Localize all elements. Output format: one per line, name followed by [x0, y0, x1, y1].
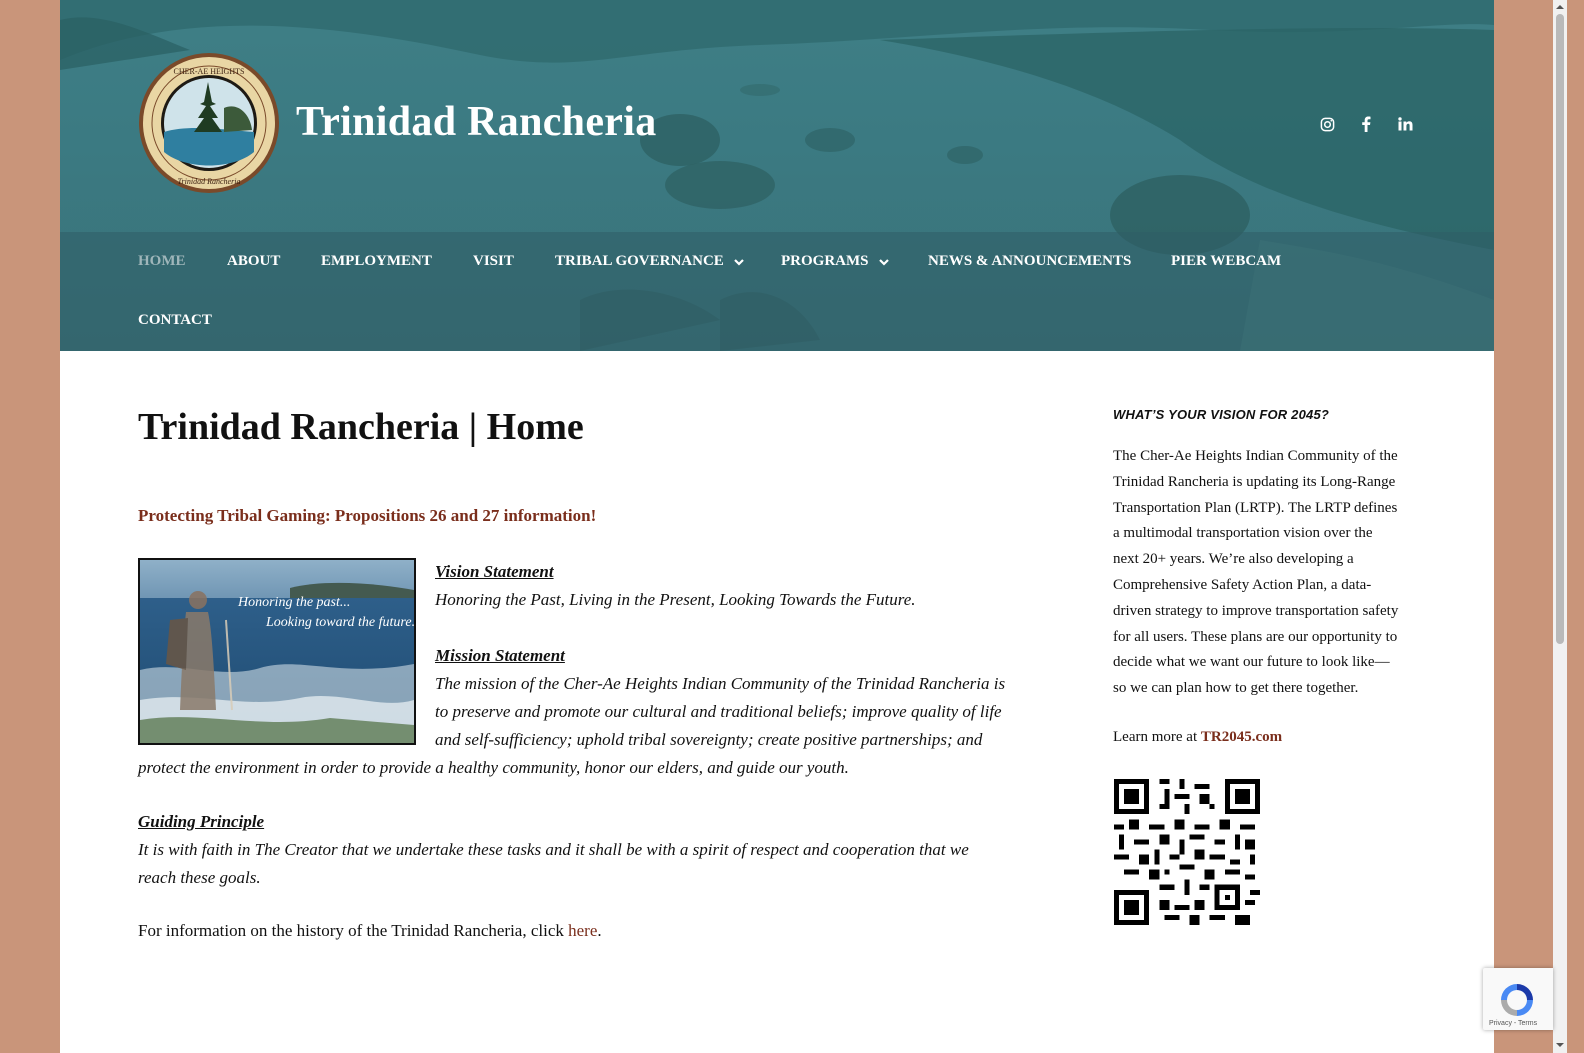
recaptcha-logo-icon [1501, 984, 1533, 1016]
sidebar-body-line: Transportation Plan (LRTP). The LRTP def… [1113, 499, 1398, 516]
sidebar-body-line: Comprehensive Safety Action Plan, a data… [1113, 576, 1372, 593]
nav-item-label: Programs [781, 253, 869, 269]
sidebar-body-line: The Cher-Ae Heights Indian Community of … [1113, 448, 1398, 464]
recaptcha-badge[interactable]: Privacy - Terms [1483, 968, 1553, 1030]
history-info-label: For information on the history of the Tr… [138, 921, 569, 940]
site-title[interactable]: Trinidad Rancheria [296, 98, 657, 146]
sidebar-body-line: driven strategy to improve transportatio… [1113, 602, 1399, 619]
mission-statement-heading: Mission Statement [435, 646, 565, 665]
sidebar-body-line: next 20+ years. We’re also developing a [1113, 551, 1354, 568]
elder-by-ocean-photo: Honoring the past... Looking toward the … [140, 560, 414, 743]
guiding-principle-heading: Guiding Principle [138, 812, 265, 831]
scroll-down-arrow-icon[interactable] [1555, 1040, 1565, 1050]
nav-item-programs[interactable]: Programs [781, 253, 890, 270]
nav-item-label: Tribal Governance [555, 253, 724, 269]
svg-text:Trinidad Rancheria: Trinidad Rancheria [178, 177, 241, 186]
chevron-down-icon [878, 258, 889, 266]
nav-item-news-announcements[interactable]: News & Announcements [928, 253, 1131, 270]
qr-code-image[interactable] [1114, 779, 1260, 925]
sidebar-body-line: a multimodal transportation vision over … [1113, 525, 1373, 542]
nav-item-employment[interactable]: Employment [321, 253, 432, 270]
sidebar-learn-more: Learn more at TR2045.com [1113, 729, 1282, 746]
mission-statement-line: protect the environment in order to prov… [138, 758, 849, 777]
instagram-icon[interactable] [1316, 114, 1338, 134]
nav-item-about[interactable]: About [227, 253, 280, 270]
vision-statement-text: Honoring the Past, Living in the Present… [435, 590, 916, 609]
nav-item-tribal-governance[interactable]: Tribal Governance [555, 253, 745, 270]
tribal-seal-logo[interactable]: CHER-AE HEIGHTS Trinidad Rancheria [138, 52, 280, 194]
vertical-scrollbar[interactable] [1553, 0, 1567, 1053]
learn-more-label: Learn more at [1113, 729, 1201, 745]
propositions-info-link[interactable]: Protecting Tribal Gaming: Propositions 2… [138, 506, 596, 526]
scroll-up-arrow-icon[interactable] [1555, 2, 1565, 12]
recaptcha-privacy-terms[interactable]: Privacy - Terms [1489, 1020, 1537, 1027]
image-caption-line-2: Looking toward the future. [265, 615, 414, 630]
mission-statement-line: The mission of the Cher-Ae Heights India… [435, 674, 1006, 693]
sidebar-body: The Cher-Ae Heights Indian Community of … [1113, 444, 1423, 702]
image-caption-line-1: Honoring the past... [237, 595, 350, 610]
facebook-icon[interactable] [1355, 114, 1377, 134]
main-navigation: Home About Employment Visit Tribal Gover… [60, 232, 1494, 351]
nav-item-pier-webcam[interactable]: Pier Webcam [1171, 253, 1281, 270]
nav-item-visit[interactable]: Visit [473, 253, 514, 270]
history-here-link[interactable]: here [568, 921, 597, 940]
mission-statement-line: to preserve and promote our cultural and… [435, 702, 1002, 721]
vision-statement-heading: Vision Statement [435, 562, 554, 581]
mission-statement-line: and self-sufficiency; uphold tribal sove… [435, 730, 983, 749]
guiding-principle-line: It is with faith in The Creator that we … [138, 840, 969, 859]
guiding-principle-line: reach these goals. [138, 868, 261, 887]
linkedin-icon[interactable] [1394, 114, 1416, 134]
sidebar-heading: WHAT’S YOUR VISION FOR 2045? [1113, 407, 1330, 422]
scrollbar-thumb[interactable] [1556, 14, 1564, 644]
page: CHER-AE HEIGHTS Trinidad Rancheria Trini… [60, 0, 1494, 1053]
history-info-text: For information on the history of the Tr… [138, 921, 602, 941]
sidebar-body-line: so we can plan how to get there together… [1113, 680, 1359, 697]
tr2045-link[interactable]: TR2045.com [1201, 729, 1282, 745]
sidebar-body-line: decide what we want our future to look l… [1113, 654, 1390, 671]
site-header: CHER-AE HEIGHTS Trinidad Rancheria Trini… [60, 0, 1494, 351]
sidebar-body-line: Trinidad Rancheria is updating its Long-… [1113, 473, 1396, 490]
history-info-period: . [597, 921, 602, 940]
svg-text:CHER-AE HEIGHTS: CHER-AE HEIGHTS [174, 67, 245, 76]
nav-item-contact[interactable]: Contact [138, 312, 212, 329]
honoring-the-past-image: Honoring the past... Looking toward the … [138, 558, 416, 745]
sidebar-body-line: for all users. These plans are our oppor… [1113, 628, 1398, 645]
page-title: Trinidad Rancheria | Home [138, 406, 584, 448]
chevron-down-icon [734, 258, 744, 266]
nav-item-home[interactable]: Home [138, 253, 186, 270]
